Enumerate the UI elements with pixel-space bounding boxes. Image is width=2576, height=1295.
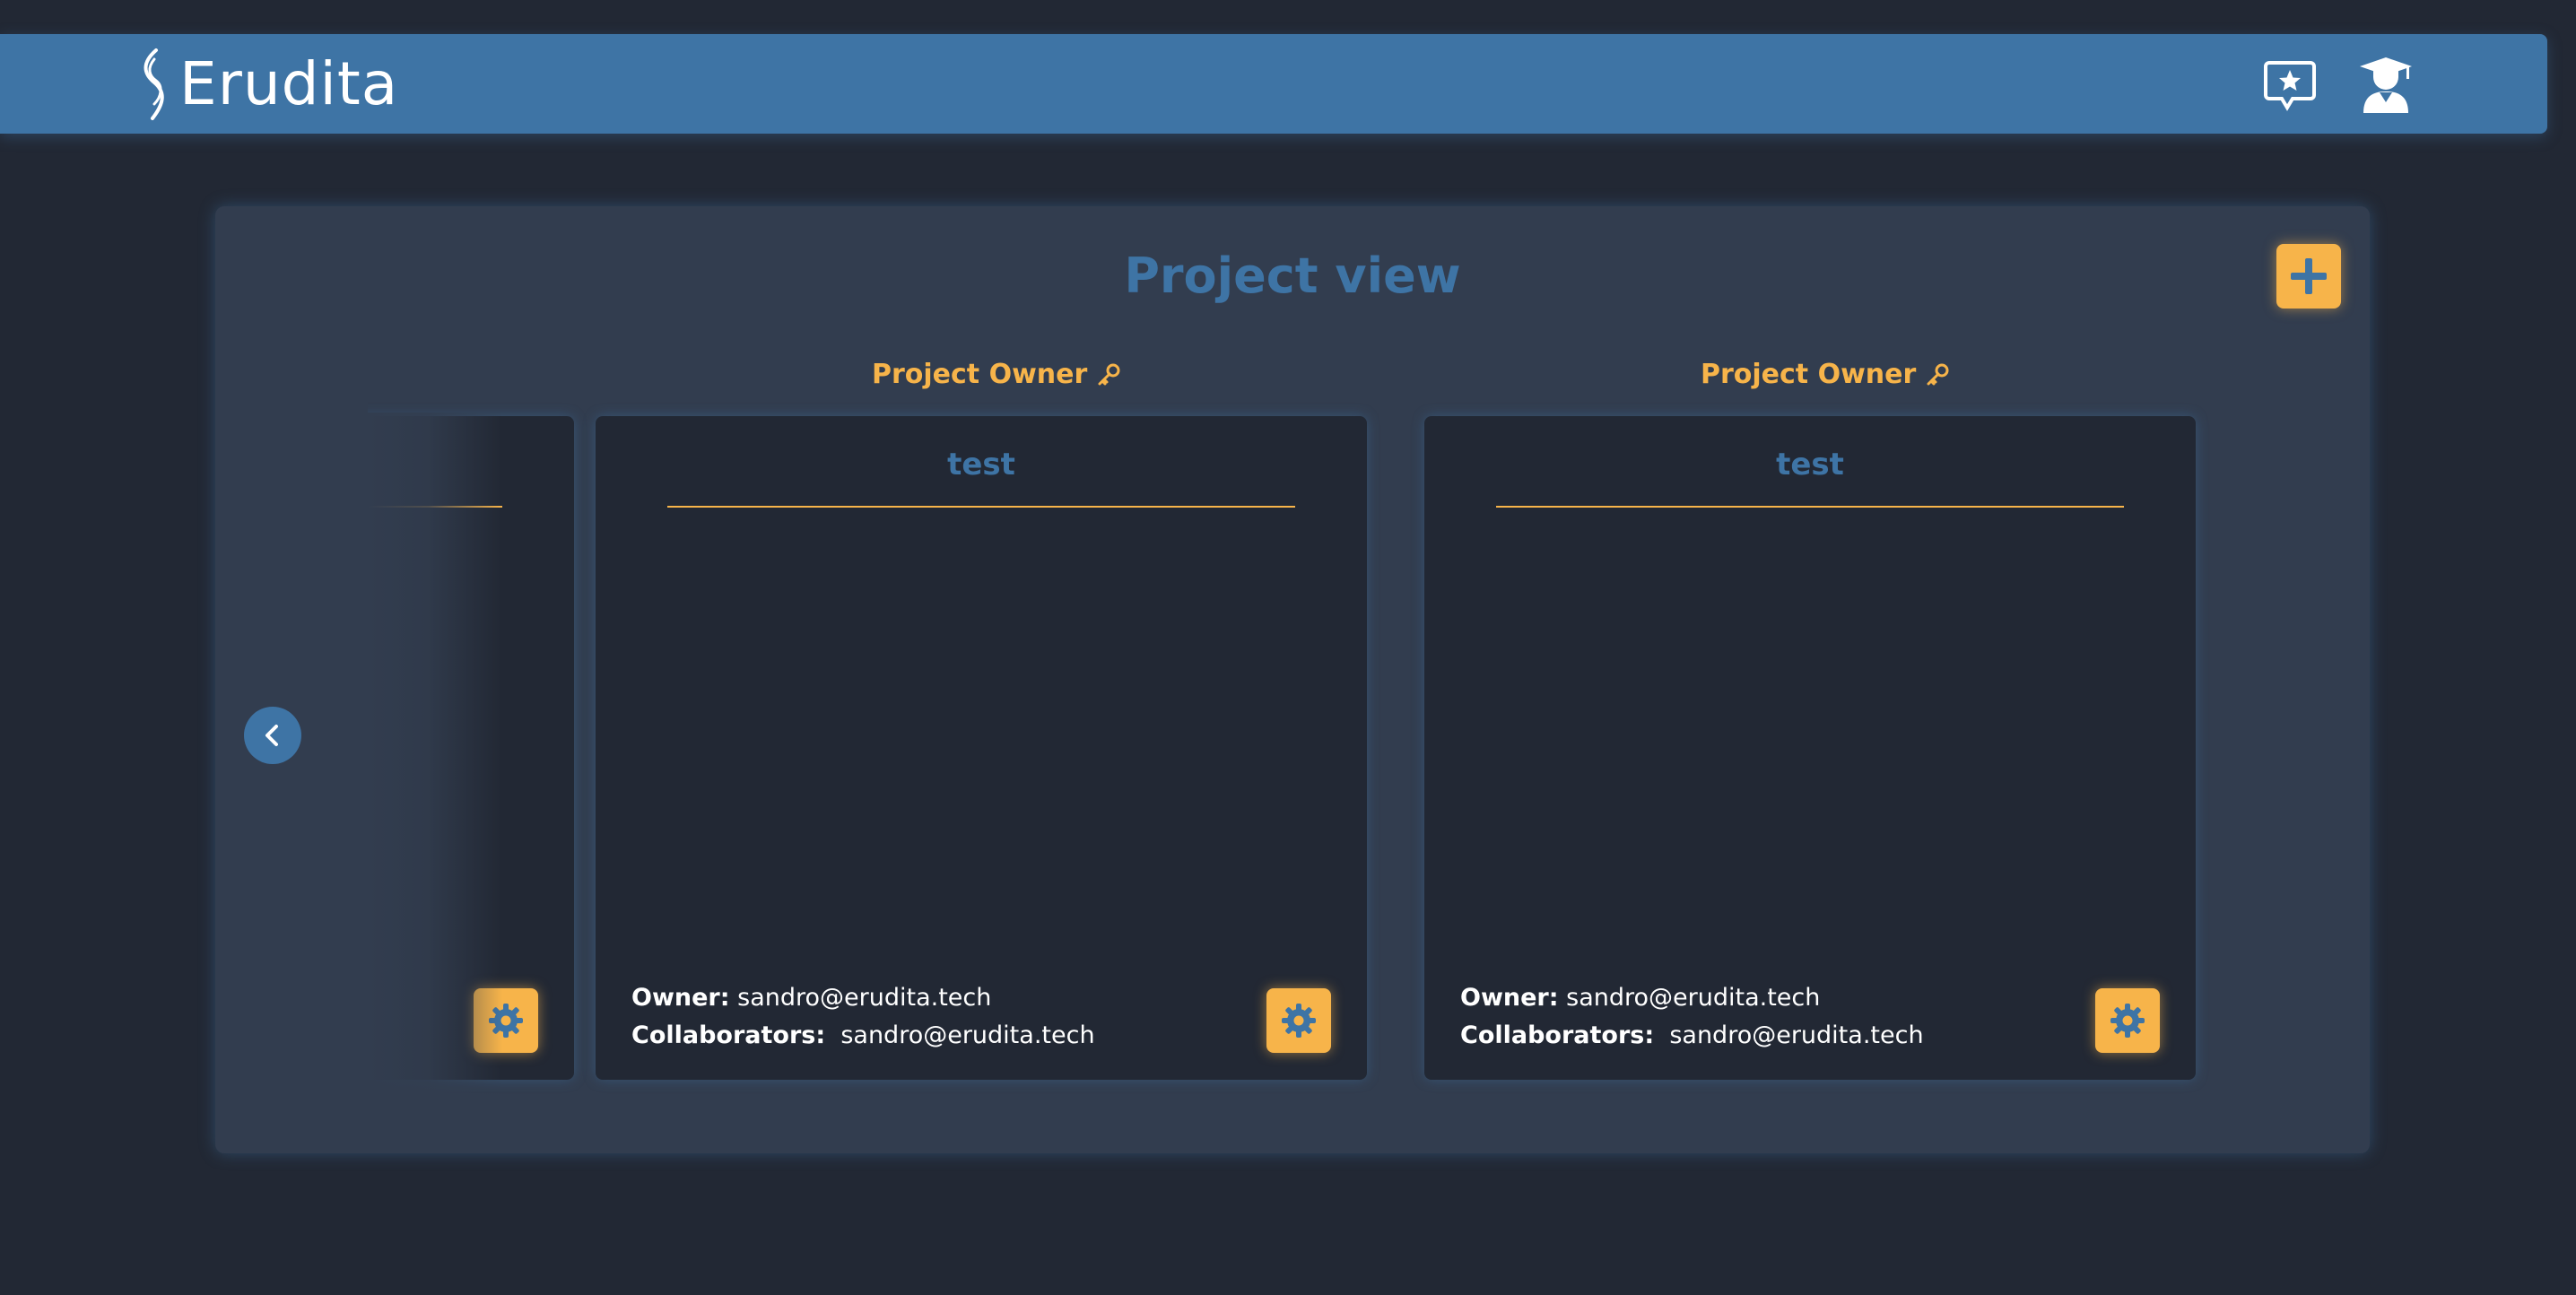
project-settings-button[interactable] [1266,988,1331,1053]
user-profile-button[interactable] [2354,54,2417,117]
collaborators-label: Collaborators: [1460,1021,1655,1049]
key-icon [1927,363,1949,385]
project-settings-button[interactable] [2095,988,2160,1053]
title-divider [368,506,502,508]
collaborators-row: Collaborators: sandro@erudita.tech [1460,1017,1924,1055]
project-role-label: Project Owner [872,359,1121,390]
owner-label: Owner: [1460,984,1559,1012]
role-text: Project Owner [1701,359,1917,390]
project-card[interactable]: test Owner: sandro@erudita.tech Collabor… [596,416,1367,1080]
owner-row: Owner: sandro@erudita.tech [631,979,1095,1017]
project-title: test [368,447,574,482]
add-project-button[interactable] [2276,244,2341,309]
feedback-star-icon [2264,61,2316,111]
collaborators-email: sandro@erudita.tech [840,1021,1095,1049]
owner-email: sandro@erudita.tech [1566,984,1821,1012]
role-text: Project Owner [872,359,1088,390]
project-carousel[interactable]: Project Owner test Projec [368,359,2350,1139]
brand-name: Erudita [179,49,399,118]
project-card[interactable]: test [368,416,574,1080]
title-divider [667,506,1295,508]
owner-row: Owner: sandro@erudita.tech [1460,979,1924,1017]
chevron-left-icon [265,725,278,746]
collaborators-label: Collaborators: [631,1021,826,1049]
owner-email: sandro@erudita.tech [737,984,992,1012]
carousel-prev-button[interactable] [244,707,301,764]
collaborators-row: Collaborators: sandro@erudita.tech [631,1017,1095,1055]
title-divider [1496,506,2124,508]
project-card[interactable]: test Owner: sandro@erudita.tech Collabor… [1424,416,2196,1080]
feedback-button[interactable] [2258,54,2321,117]
top-navbar: Erudita [0,34,2547,134]
gear-icon [489,1004,523,1038]
project-view-panel: Project view Project Owner test Owner: s… [215,206,2370,1153]
gear-icon [2110,1004,2145,1038]
owner-label: Owner: [631,984,730,1012]
project-settings-button[interactable] [474,988,538,1053]
plus-icon [2291,258,2327,294]
collaborators-email: sandro@erudita.tech [1669,1021,1924,1049]
project-meta: Owner: sandro@erudita.tech Collaborators… [1460,979,1924,1055]
gear-icon [1282,1004,1316,1038]
key-icon [1098,363,1120,385]
erudita-logo-icon [144,48,164,120]
project-meta: Owner: sandro@erudita.tech Collaborators… [631,979,1095,1055]
page-title: Project view [1124,248,1461,304]
project-title: test [947,447,1015,482]
project-role-label: Project Owner [1701,359,1950,390]
graduate-user-icon [2360,57,2412,113]
project-title: test [1776,447,1844,482]
brand-logo[interactable]: Erudita [135,47,398,122]
